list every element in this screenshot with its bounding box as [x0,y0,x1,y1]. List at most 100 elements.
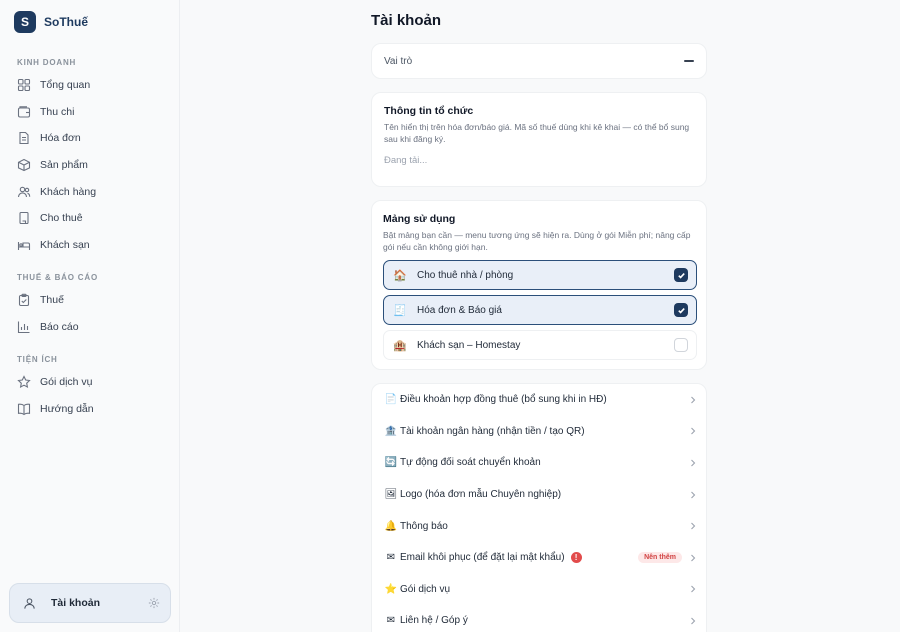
checkbox-checked[interactable] [674,268,688,282]
settings-row-label: Gói dịch vụ [400,583,451,595]
section-title-tax: THUẾ & BÁO CÁO [17,273,98,282]
chevron-right-icon [691,428,696,435]
settings-row-logo[interactable]: 🖼 Logo (hóa đơn mẫu Chuyên nghiệp) [372,479,708,511]
sidebar-item-products[interactable]: Sản phẩm [10,153,170,177]
checkbox-checked[interactable] [674,303,688,317]
org-info-desc: Tên hiển thị trên hóa đơn/báo giá. Mã số… [384,122,690,144]
section-title-business: KINH DOANH [17,58,77,67]
modules-card: Mảng sử dụng Bật mảng bạn cần — menu tươ… [371,200,707,370]
star-icon: ⭐ [384,583,398,595]
sidebar-item-label: Sản phẩm [40,159,88,171]
chevron-right-icon [691,554,696,562]
envelope-icon: ✉ [386,552,396,564]
bell-icon: 🔔 [384,520,398,532]
settings-row-label: Email khôi phục (để đặt lại mật khẩu) [400,552,565,564]
sidebar-item-label: Gói dịch vụ [40,376,93,388]
chevron-right-icon [691,491,696,498]
grid-icon [17,78,31,92]
sidebar-item-overview[interactable]: Tổng quan [10,73,170,97]
settings-row-label: Tài khoản ngân hàng (nhận tiền / tạo QR) [400,425,585,437]
chevron-right-icon [691,396,696,404]
house-icon: 🏠 [393,269,407,282]
star-icon [17,375,31,389]
sidebar-item-label: Báo cáo [40,321,79,333]
settings-row-label: Logo (hóa đơn mẫu Chuyên nghiệp) [400,489,562,501]
collapse-icon[interactable] [684,60,694,62]
sidebar-item-service-plan[interactable]: Gói dịch vụ [10,370,170,394]
sidebar-item-label: Thuế [40,294,64,306]
settings-row-auto-reconcile[interactable]: 🔄 Tự động đối soát chuyển khoản [372,447,708,479]
settings-row-label: Tự động đối soát chuyển khoản [400,457,541,469]
settings-row-recovery-email[interactable]: ✉ Email khôi phục (để đặt lại mật khẩu)!… [372,542,708,574]
chevron-right-icon [691,617,696,625]
sidebar-item-reports[interactable]: Báo cáo [10,315,170,339]
users-icon [17,186,31,198]
envelope-icon: ✉ [386,615,396,627]
modules-title: Mảng sử dụng [383,213,456,225]
settings-list: 📄 Điều khoản hợp đồng thuê (bổ sung khi … [371,383,707,632]
section-title-utilities: TIỆN ÍCH [17,355,58,364]
module-option-label: Hóa đơn & Báo giá [417,304,502,316]
org-info-card: Thông tin tổ chức Tên hiển thị trên hóa … [371,92,707,187]
box-icon [17,158,31,172]
sidebar-item-cashflow[interactable]: Thu chi [10,100,170,124]
checkbox-unchecked[interactable] [674,338,688,352]
building-icon [19,211,29,225]
page-title: Tài khoản [371,12,442,29]
chevron-right-icon [691,459,696,467]
user-icon [20,594,38,612]
chevron-right-icon [691,522,696,530]
image-icon: 🖼 [384,489,398,501]
modules-desc: Bật mảng bạn cần — menu tương ứng sẽ hiệ… [383,230,691,252]
sidebar-item-rental[interactable]: Cho thuê [10,206,170,230]
bank-icon: 🏦 [384,425,398,437]
settings-row-label: Thông báo [400,520,448,532]
bed-icon [17,242,31,250]
sync-icon: 🔄 [384,457,398,469]
sidebar-item-tax[interactable]: Thuế [10,288,170,312]
account-button[interactable]: Tài khoản [9,583,171,623]
account-label: Tài khoản [51,597,101,609]
settings-row-notifications[interactable]: 🔔 Thông báo [372,510,708,542]
settings-row-bank-account[interactable]: 🏦 Tài khoản ngân hàng (nhận tiền / tạo Q… [372,416,708,448]
recommend-badge: Nên thêm [638,552,682,564]
wallet-icon [17,106,31,118]
role-card[interactable]: Vai trò [371,43,707,79]
module-option-hotel[interactable]: 🏨 Khách sạn – Homestay [383,330,697,360]
org-info-title: Thông tin tổ chức [384,105,474,117]
settings-row-contact[interactable]: ✉ Liên hệ / Góp ý [372,605,708,632]
brand-name: SoThuế [44,15,88,29]
sidebar-item-hotel[interactable]: Khách sạn [10,233,170,257]
module-option-rental[interactable]: 🏠 Cho thuê nhà / phòng [383,260,697,290]
alert-icon: ! [570,552,582,564]
chevron-right-icon [691,586,696,593]
hotel-icon: 🏨 [393,339,407,352]
settings-row-label-wrap: Email khôi phục (để đặt lại mật khẩu)! [400,552,638,563]
sidebar-item-guide[interactable]: Hướng dẫn [10,397,170,421]
receipt-icon: 🧾 [393,304,407,317]
settings-row-contract-terms[interactable]: 📄 Điều khoản hợp đồng thuê (bổ sung khi … [372,384,708,416]
sidebar-item-label: Thu chi [40,106,75,118]
settings-row-label: Điều khoản hợp đồng thuê (bổ sung khi in… [400,394,607,406]
brand-logo: S [14,11,36,33]
module-option-label: Khách sạn – Homestay [417,339,521,351]
sidebar-item-label: Khách sạn [40,239,90,251]
role-label: Vai trò [384,55,413,67]
document-icon [19,131,29,145]
page-icon: 📄 [384,394,398,406]
sidebar-item-label: Khách hàng [40,186,97,198]
sidebar-item-label: Cho thuê [40,212,83,224]
gear-icon[interactable] [148,597,160,609]
loading-text: Đang tải... [384,155,428,166]
brand[interactable]: S SoThuế [14,10,88,34]
sidebar-item-label: Tổng quan [40,79,91,91]
sidebar-item-label: Hướng dẫn [40,403,94,415]
module-option-label: Cho thuê nhà / phòng [417,269,514,281]
settings-row-service-plan[interactable]: ⭐ Gói dịch vụ [372,574,708,606]
sidebar-item-customers[interactable]: Khách hàng [10,180,170,204]
settings-row-label: Liên hệ / Góp ý [400,615,468,627]
clipboard-icon [18,293,30,307]
module-option-invoice[interactable]: 🧾 Hóa đơn & Báo giá [383,295,697,325]
sidebar-item-invoices[interactable]: Hóa đơn [10,126,170,150]
sidebar-item-label: Hóa đơn [40,132,81,144]
